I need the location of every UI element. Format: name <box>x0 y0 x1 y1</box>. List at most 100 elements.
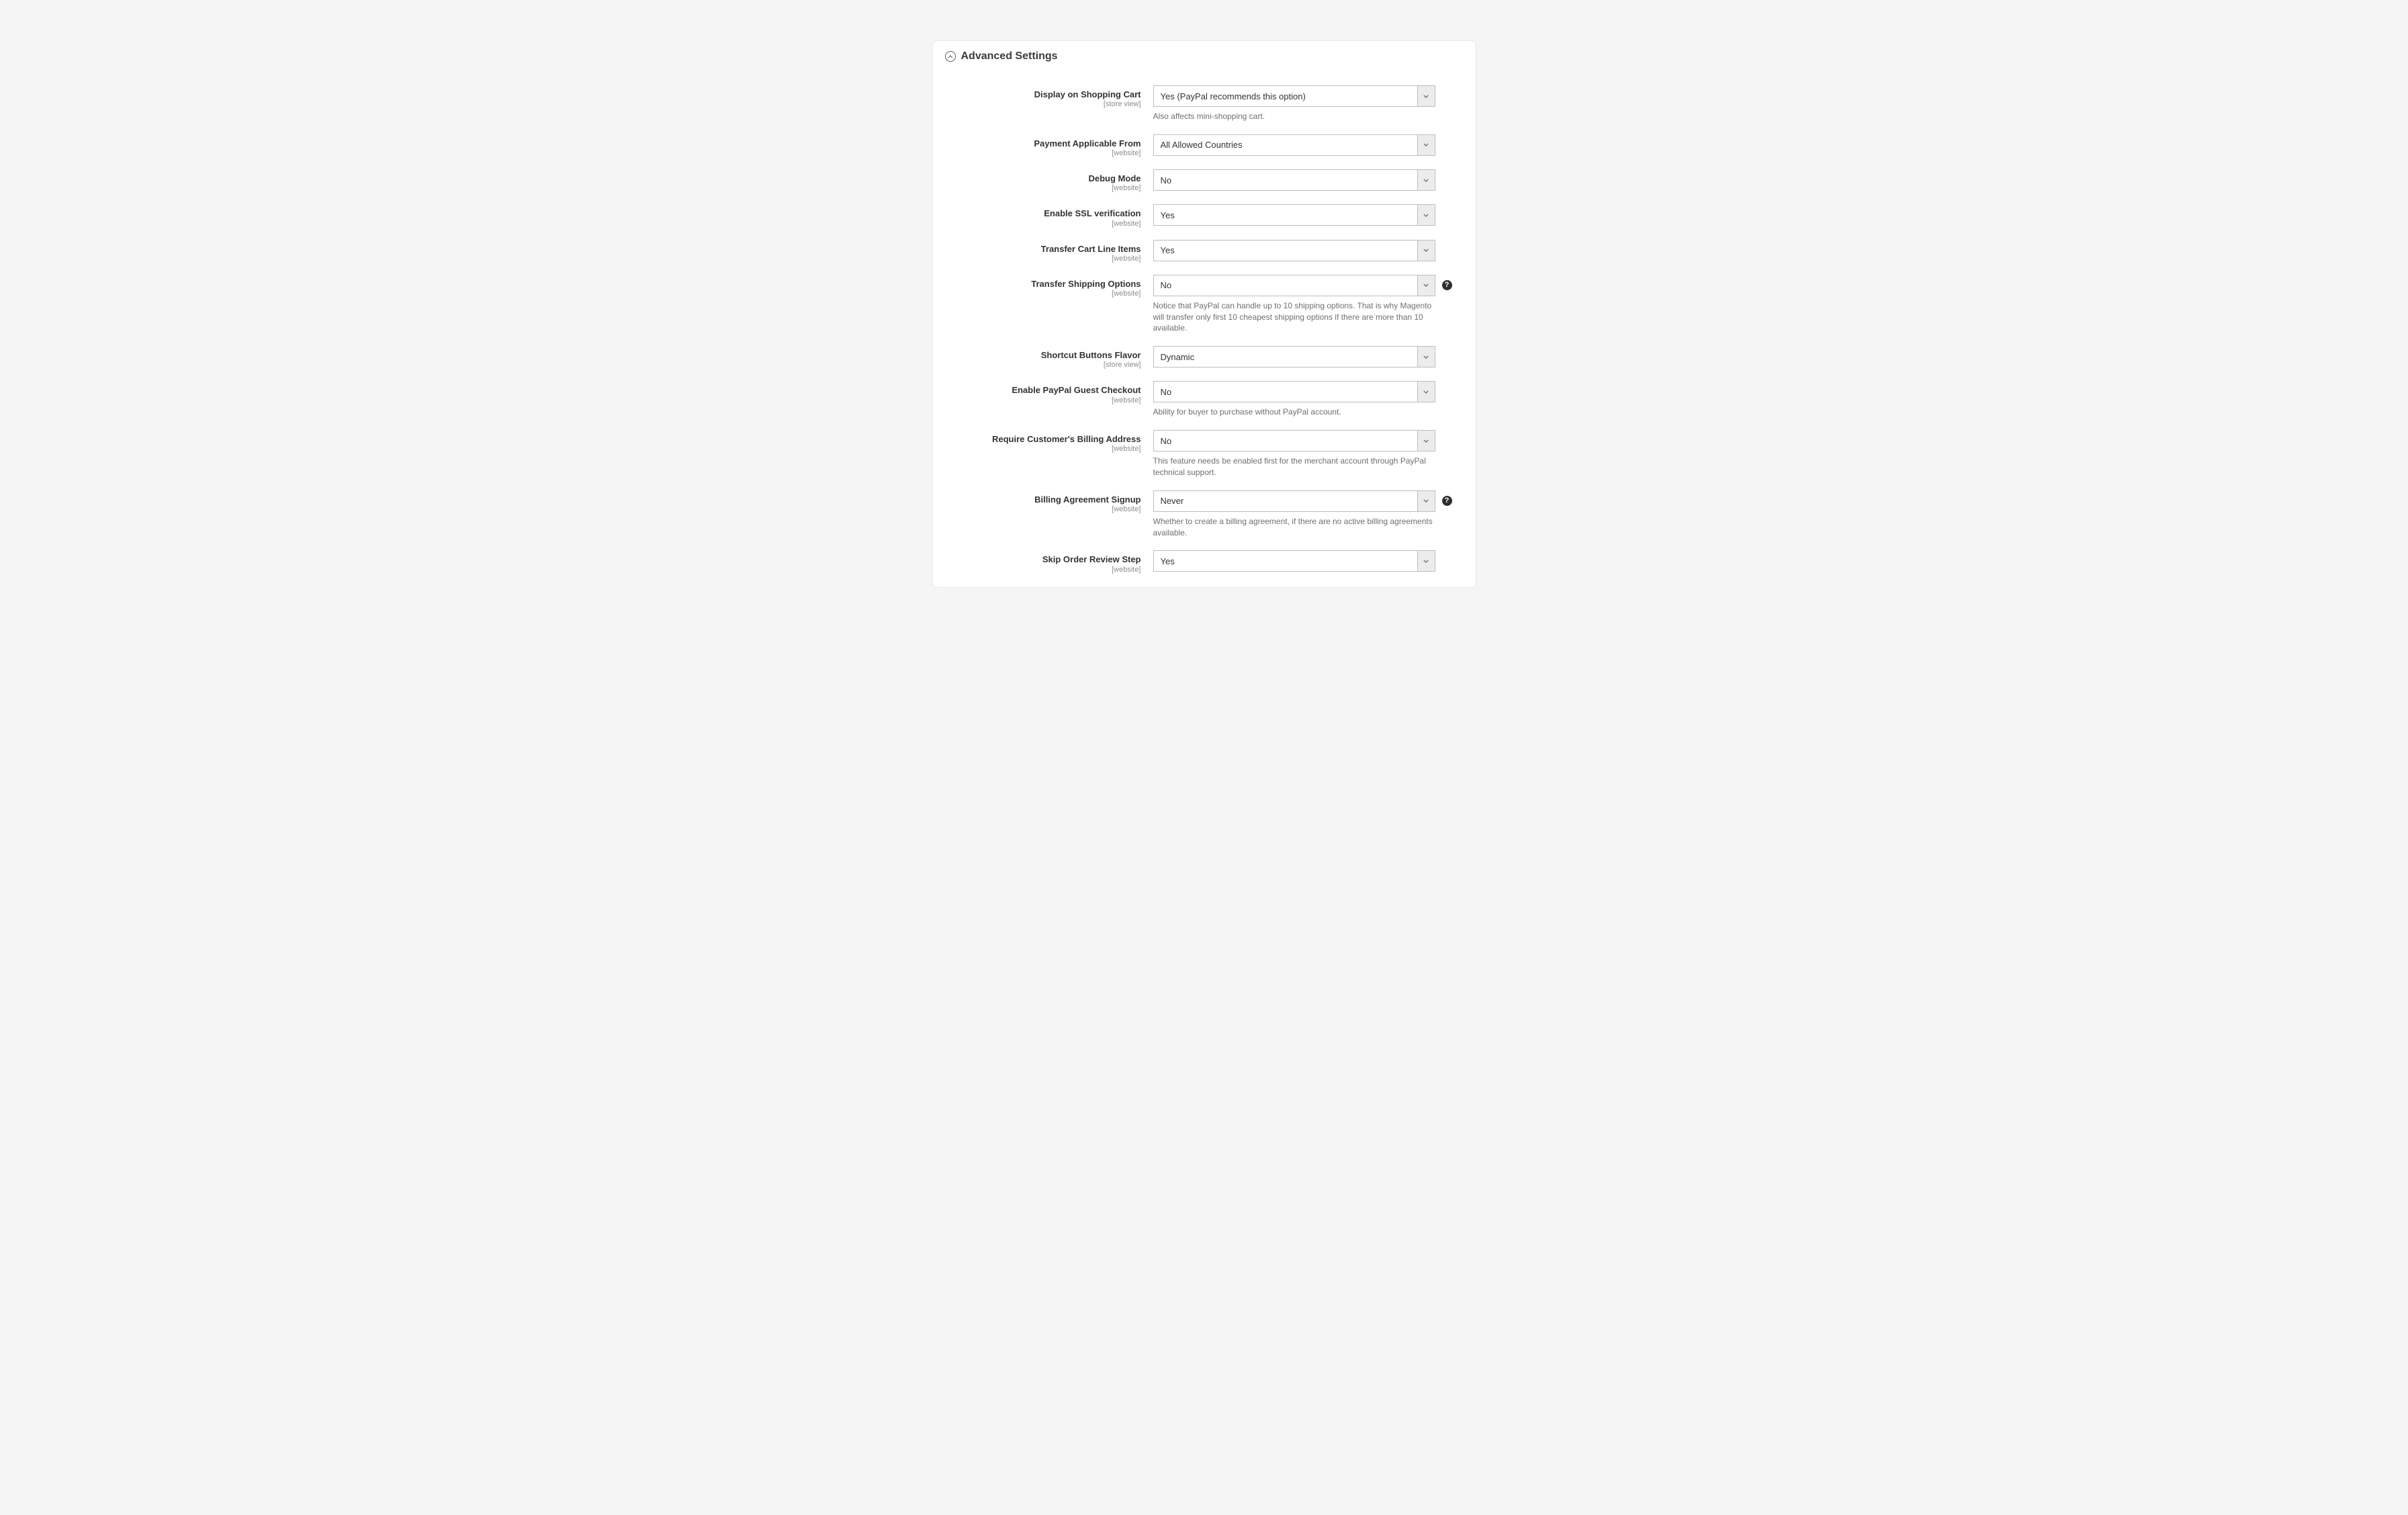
field-display-on-shopping-cart: Display on Shopping Cart [store view] Ye… <box>945 85 1464 122</box>
field-label-col: Transfer Shipping Options [website] <box>945 275 1153 298</box>
chevron-down-icon <box>1417 551 1435 571</box>
field-control-col: Yes <box>1153 204 1435 226</box>
field-note: This feature needs be enabled first for … <box>1153 456 1435 478</box>
field-label: Skip Order Review Step <box>945 554 1141 565</box>
field-scope: [store view] <box>945 361 1141 369</box>
field-scope: [website] <box>945 290 1141 298</box>
field-scope: [website] <box>945 149 1141 157</box>
transfer-cart-items-select[interactable]: Yes <box>1153 240 1435 261</box>
field-scope: [website] <box>945 255 1141 263</box>
field-label: Debug Mode <box>945 173 1141 184</box>
payment-applicable-select[interactable]: All Allowed Countries <box>1153 134 1435 156</box>
select-value: Dynamic <box>1154 347 1417 367</box>
chevron-down-icon <box>1417 205 1435 225</box>
chevron-down-icon <box>1417 135 1435 155</box>
panel-title: Advanced Settings <box>961 50 1058 62</box>
field-control-col: Yes (PayPal recommends this option) Also… <box>1153 85 1435 122</box>
field-scope: [website] <box>945 566 1141 574</box>
field-label-col: Skip Order Review Step [website] <box>945 550 1153 573</box>
field-tooltip-col: ? <box>1435 275 1454 290</box>
chevron-down-icon <box>1417 431 1435 451</box>
field-payment-applicable-from: Payment Applicable From [website] All Al… <box>945 134 1464 157</box>
field-billing-agreement-signup: Billing Agreement Signup [website] Never… <box>945 490 1464 539</box>
field-label: Enable SSL verification <box>945 208 1141 219</box>
select-value: All Allowed Countries <box>1154 135 1417 155</box>
help-icon[interactable]: ? <box>1442 496 1452 506</box>
select-value: No <box>1154 382 1417 402</box>
field-skip-order-review-step: Skip Order Review Step [website] Yes <box>945 550 1464 573</box>
panel-header[interactable]: Advanced Settings <box>945 50 1464 62</box>
field-scope: [store view] <box>945 100 1141 108</box>
field-label: Transfer Cart Line Items <box>945 244 1141 255</box>
chevron-down-icon <box>1417 241 1435 261</box>
shortcut-flavor-select[interactable]: Dynamic <box>1153 346 1435 367</box>
chevron-down-icon <box>1417 491 1435 511</box>
select-value: Never <box>1154 491 1417 511</box>
field-shortcut-buttons-flavor: Shortcut Buttons Flavor [store view] Dyn… <box>945 346 1464 369</box>
field-label-col: Billing Agreement Signup [website] <box>945 490 1153 513</box>
help-icon[interactable]: ? <box>1442 280 1452 290</box>
field-scope: [website] <box>945 184 1141 192</box>
field-scope: [website] <box>945 445 1141 453</box>
field-transfer-shipping-options: Transfer Shipping Options [website] No N… <box>945 275 1464 334</box>
field-label-col: Transfer Cart Line Items [website] <box>945 240 1153 263</box>
field-debug-mode: Debug Mode [website] No <box>945 169 1464 192</box>
field-label-col: Payment Applicable From [website] <box>945 134 1153 157</box>
skip-review-select[interactable]: Yes <box>1153 550 1435 572</box>
billing-address-select[interactable]: No <box>1153 430 1435 451</box>
field-enable-ssl-verification: Enable SSL verification [website] Yes <box>945 204 1464 227</box>
field-scope: [website] <box>945 220 1141 228</box>
field-control-col: Yes <box>1153 550 1435 572</box>
select-value: Yes <box>1154 205 1417 225</box>
select-value: Yes <box>1154 551 1417 571</box>
select-value: No <box>1154 170 1417 190</box>
field-label-col: Enable PayPal Guest Checkout [website] <box>945 381 1153 404</box>
field-label: Transfer Shipping Options <box>945 279 1141 290</box>
field-transfer-cart-line-items: Transfer Cart Line Items [website] Yes <box>945 240 1464 263</box>
field-control-col: No Notice that PayPal can handle up to 1… <box>1153 275 1435 334</box>
field-note: Notice that PayPal can handle up to 10 s… <box>1153 300 1435 334</box>
field-label: Enable PayPal Guest Checkout <box>945 385 1141 396</box>
advanced-settings-panel: Advanced Settings Display on Shopping Ca… <box>932 40 1476 588</box>
field-scope: [website] <box>945 396 1141 404</box>
field-note: Whether to create a billing agreement, i… <box>1153 516 1435 539</box>
display-on-cart-select[interactable]: Yes (PayPal recommends this option) <box>1153 85 1435 107</box>
field-label: Require Customer's Billing Address <box>945 434 1141 445</box>
field-tooltip-col: ? <box>1435 490 1454 506</box>
billing-agreement-select[interactable]: Never <box>1153 490 1435 512</box>
chevron-down-icon <box>1417 170 1435 190</box>
field-control-col: Dynamic <box>1153 346 1435 367</box>
field-label: Payment Applicable From <box>945 138 1141 149</box>
field-note: Also affects mini-shopping cart. <box>1153 111 1435 122</box>
chevron-down-icon <box>1417 382 1435 402</box>
chevron-down-icon <box>1417 275 1435 296</box>
field-require-billing-address: Require Customer's Billing Address [webs… <box>945 430 1464 478</box>
field-label: Billing Agreement Signup <box>945 494 1141 505</box>
select-value: No <box>1154 431 1417 451</box>
field-label-col: Debug Mode [website] <box>945 169 1153 192</box>
guest-checkout-select[interactable]: No <box>1153 381 1435 402</box>
select-value: Yes (PayPal recommends this option) <box>1154 86 1417 106</box>
field-scope: [website] <box>945 505 1141 513</box>
field-control-col: No This feature needs be enabled first f… <box>1153 430 1435 478</box>
field-label-col: Enable SSL verification [website] <box>945 204 1153 227</box>
chevron-down-icon <box>1417 86 1435 106</box>
field-label: Display on Shopping Cart <box>945 89 1141 100</box>
ssl-verification-select[interactable]: Yes <box>1153 204 1435 226</box>
collapse-icon <box>945 51 956 62</box>
field-label: Shortcut Buttons Flavor <box>945 350 1141 361</box>
field-control-col: Yes <box>1153 240 1435 261</box>
field-note: Ability for buyer to purchase without Pa… <box>1153 406 1435 418</box>
field-label-col: Shortcut Buttons Flavor [store view] <box>945 346 1153 369</box>
select-value: No <box>1154 275 1417 296</box>
debug-mode-select[interactable]: No <box>1153 169 1435 191</box>
field-control-col: No <box>1153 169 1435 191</box>
field-control-col: No Ability for buyer to purchase without… <box>1153 381 1435 418</box>
field-enable-paypal-guest-checkout: Enable PayPal Guest Checkout [website] N… <box>945 381 1464 418</box>
field-control-col: Never Whether to create a billing agreem… <box>1153 490 1435 539</box>
select-value: Yes <box>1154 241 1417 261</box>
transfer-shipping-select[interactable]: No <box>1153 275 1435 296</box>
field-control-col: All Allowed Countries <box>1153 134 1435 156</box>
field-label-col: Require Customer's Billing Address [webs… <box>945 430 1153 453</box>
field-label-col: Display on Shopping Cart [store view] <box>945 85 1153 108</box>
